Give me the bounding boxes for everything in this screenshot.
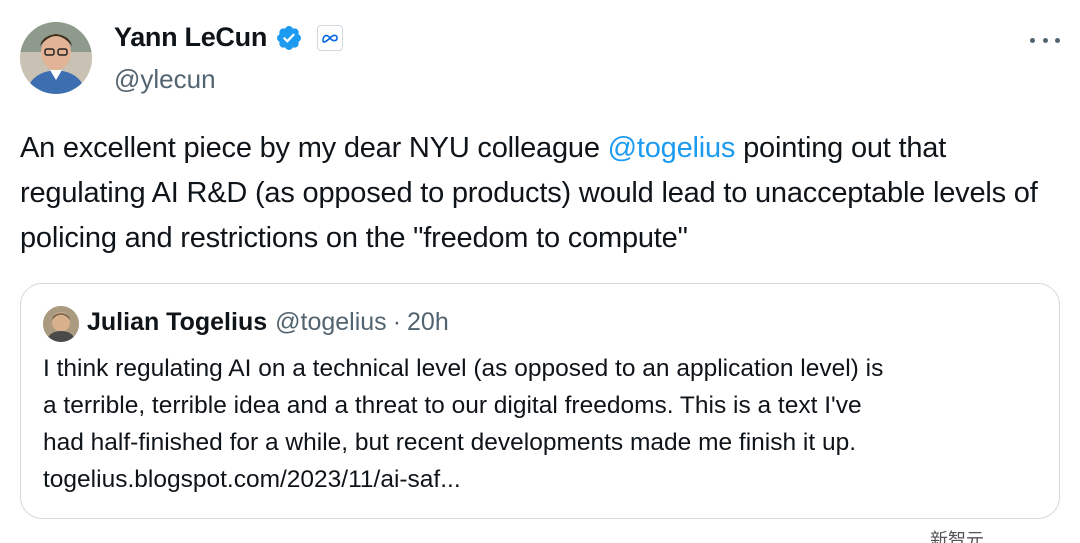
author-name-row: Yann LeCun	[114, 22, 344, 53]
quote-author-name[interactable]: Julian Togelius	[87, 308, 267, 337]
watermark-text: 新智元	[930, 530, 984, 543]
tweet-text-part: An excellent piece by my dear NYU collea…	[20, 132, 608, 164]
author-avatar[interactable]	[20, 22, 92, 94]
quote-text-line: I think regulating AI on a technical lev…	[43, 355, 884, 382]
verified-badge-icon	[277, 25, 301, 50]
tweet-text: An excellent piece by my dear NYU collea…	[20, 126, 1070, 261]
quote-timestamp[interactable]: 20h	[407, 308, 449, 337]
quote-link-text[interactable]: togelius.blogspot.com/2023/11/ai-saf...	[43, 461, 1043, 498]
quote-author-handle[interactable]: @togelius	[275, 308, 387, 337]
more-options-button[interactable]	[1028, 28, 1062, 52]
author-name[interactable]: Yann LeCun	[114, 22, 267, 53]
more-dot	[1042, 37, 1048, 43]
more-dot	[1055, 37, 1060, 43]
person-avatar-icon	[20, 22, 92, 94]
quote-text-line: a terrible, terrible idea and a threat t…	[43, 392, 862, 419]
quote-text-line: had half-finished for a while, but recen…	[43, 429, 857, 456]
person-avatar-icon	[43, 306, 79, 342]
mention-link[interactable]: @togelius	[608, 132, 736, 164]
quote-header: Julian Togelius @togelius · 20h	[87, 308, 449, 337]
more-dot	[1030, 37, 1035, 43]
quote-text: I think regulating AI on a technical lev…	[43, 350, 1043, 498]
tweet: Yann LeCun @ylecun An excellent piece by…	[0, 0, 1080, 543]
quote-author-avatar[interactable]	[43, 306, 79, 342]
meta-logo-icon[interactable]	[317, 24, 344, 51]
watermark: 新智元	[930, 526, 1070, 543]
separator-dot: ·	[392, 308, 402, 336]
quote-tweet-card[interactable]: Julian Togelius @togelius · 20h I think …	[20, 283, 1060, 519]
author-handle[interactable]: @ylecun	[114, 64, 216, 95]
